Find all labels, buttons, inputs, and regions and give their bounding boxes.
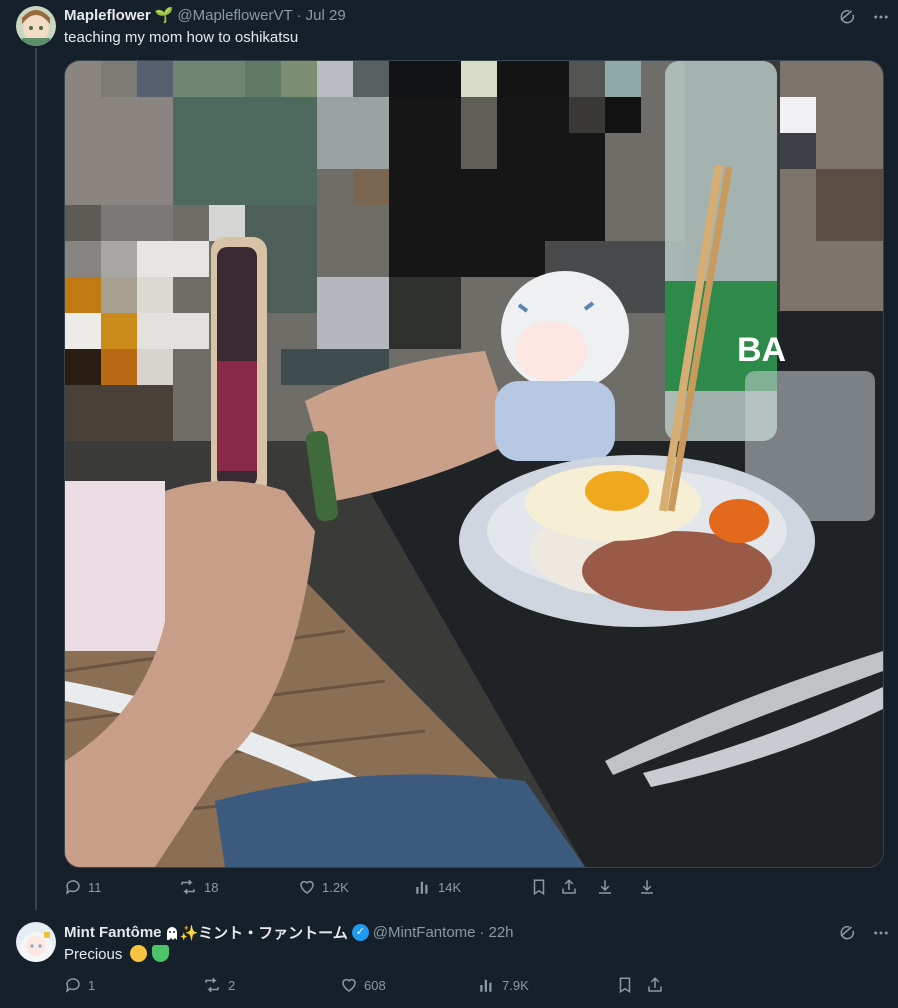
reply-button[interactable]: 1 — [64, 976, 95, 994]
views-count: 7.9K — [502, 977, 529, 993]
separator: · — [296, 6, 302, 24]
timestamp[interactable]: Jul 29 — [306, 7, 346, 24]
repost-icon — [202, 976, 222, 994]
reply-button[interactable]: 11 — [64, 878, 102, 896]
sprout-emoji: 🌱 — [154, 7, 174, 24]
handle[interactable]: @MintFantome — [373, 924, 476, 941]
repost-count: 2 — [228, 977, 236, 993]
views-icon — [478, 976, 496, 994]
reply-count: 1 — [88, 977, 96, 993]
download-alt-button[interactable] — [638, 878, 656, 896]
repost-button[interactable]: 2 — [202, 976, 235, 994]
repost-icon — [178, 878, 198, 896]
repost-button[interactable]: 18 — [178, 878, 218, 896]
bookmark-button[interactable] — [616, 976, 634, 994]
tweet-photo[interactable]: BA — [64, 60, 884, 868]
reply-text: Precious — [64, 946, 123, 963]
like-button[interactable]: 1.2K — [298, 878, 349, 896]
tweet-header: Mint Fantôme ✨ミント・ファントーム ✓ @MintFantome … — [64, 922, 514, 943]
tweet-top-actions — [838, 8, 890, 31]
views-button[interactable]: 14K — [414, 878, 461, 896]
display-name-suffix: ✨ミント・ファントーム — [179, 925, 348, 942]
tweet-action-bar: 11 18 1.2K 14K — [64, 878, 664, 900]
green-heart-emoji — [151, 945, 169, 962]
like-icon — [298, 878, 316, 896]
handle[interactable]: @MapleflowerVT — [177, 7, 292, 24]
display-name[interactable]: Mapleflower — [64, 7, 151, 24]
share-icon — [560, 878, 578, 896]
reply-count: 11 — [88, 879, 102, 895]
separator: · — [479, 924, 485, 941]
display-name[interactable]: Mint Fantôme — [64, 924, 162, 941]
share-button[interactable] — [560, 878, 578, 896]
like-count: 1.2K — [322, 879, 349, 895]
more-icon[interactable] — [872, 8, 890, 31]
share-icon — [646, 976, 664, 994]
bookmark-button[interactable] — [530, 878, 548, 896]
download-button[interactable] — [596, 878, 614, 896]
tweet-text: Precious — [64, 945, 169, 963]
views-count: 14K — [438, 879, 462, 895]
ghost-emoji — [164, 925, 180, 941]
svg-text:BA: BA — [737, 331, 786, 369]
tweet-top-actions — [838, 924, 890, 947]
views-button[interactable]: 7.9K — [478, 976, 529, 994]
pleading-face-emoji — [129, 945, 147, 962]
tweet-text: teaching my mom how to oshikatsu — [64, 29, 299, 46]
like-button[interactable]: 608 — [340, 976, 386, 994]
avatar[interactable] — [16, 6, 56, 46]
bookmark-icon — [530, 878, 548, 896]
download-icon — [596, 878, 614, 896]
verified-badge-icon: ✓ — [351, 924, 369, 941]
timestamp[interactable]: 22h — [489, 924, 514, 941]
more-icon[interactable] — [872, 924, 890, 947]
repost-count: 18 — [204, 879, 219, 895]
tweet-action-bar: 1 2 608 7.9K — [64, 976, 684, 998]
reply-icon — [64, 976, 82, 994]
avatar[interactable] — [16, 922, 56, 962]
grok-icon[interactable] — [838, 8, 856, 31]
bookmark-icon — [616, 976, 634, 994]
tweet-header: Mapleflower 🌱 @MapleflowerVT · Jul 29 — [64, 6, 346, 25]
like-icon — [340, 976, 358, 994]
grok-icon[interactable] — [838, 924, 856, 947]
like-count: 608 — [364, 977, 386, 993]
reply-icon — [64, 878, 82, 896]
download-icon — [638, 878, 656, 896]
thread-connector — [35, 48, 37, 910]
share-button[interactable] — [646, 976, 664, 994]
views-icon — [414, 878, 432, 896]
